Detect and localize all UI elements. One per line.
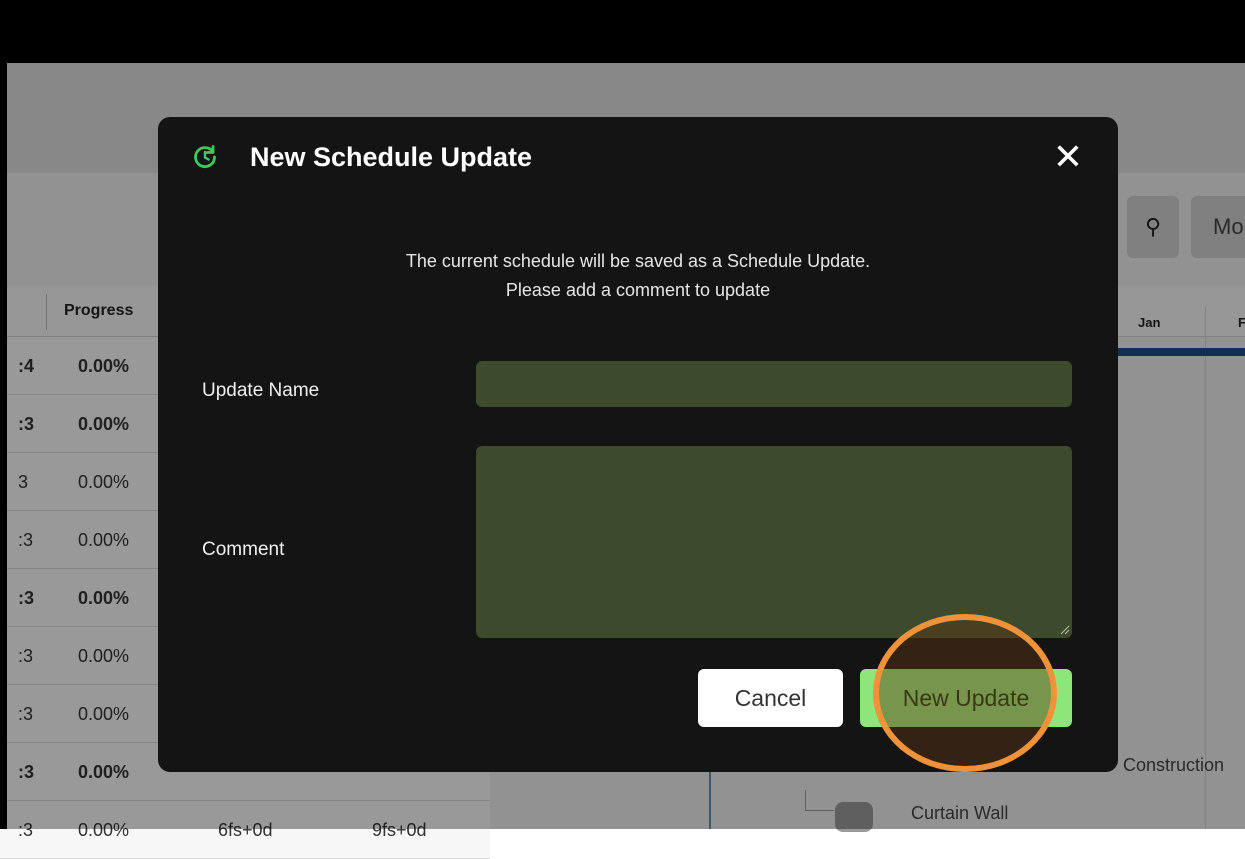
- dialog-title: New Schedule Update: [250, 142, 533, 172]
- close-button[interactable]: ✕: [1048, 137, 1088, 177]
- update-name-input[interactable]: [476, 361, 1072, 407]
- refresh-icon: [194, 145, 216, 169]
- highlight-circle-annotation: [873, 614, 1057, 772]
- left-edge: [0, 0, 7, 829]
- dialog-message-line2: Please add a comment to update: [505, 280, 771, 300]
- cancel-button[interactable]: Cancel: [698, 669, 843, 727]
- comment-textarea[interactable]: [476, 446, 1072, 638]
- dialog-message: The current schedule will be saved as a …: [158, 247, 1118, 305]
- resize-grip-icon[interactable]: [1060, 625, 1070, 635]
- dialog-message-line1: The current schedule will be saved as a …: [405, 251, 871, 271]
- comment-label: Comment: [202, 539, 285, 560]
- top-bar: [0, 0, 1245, 63]
- close-icon: ✕: [1052, 136, 1084, 177]
- update-name-label: Update Name: [202, 380, 320, 401]
